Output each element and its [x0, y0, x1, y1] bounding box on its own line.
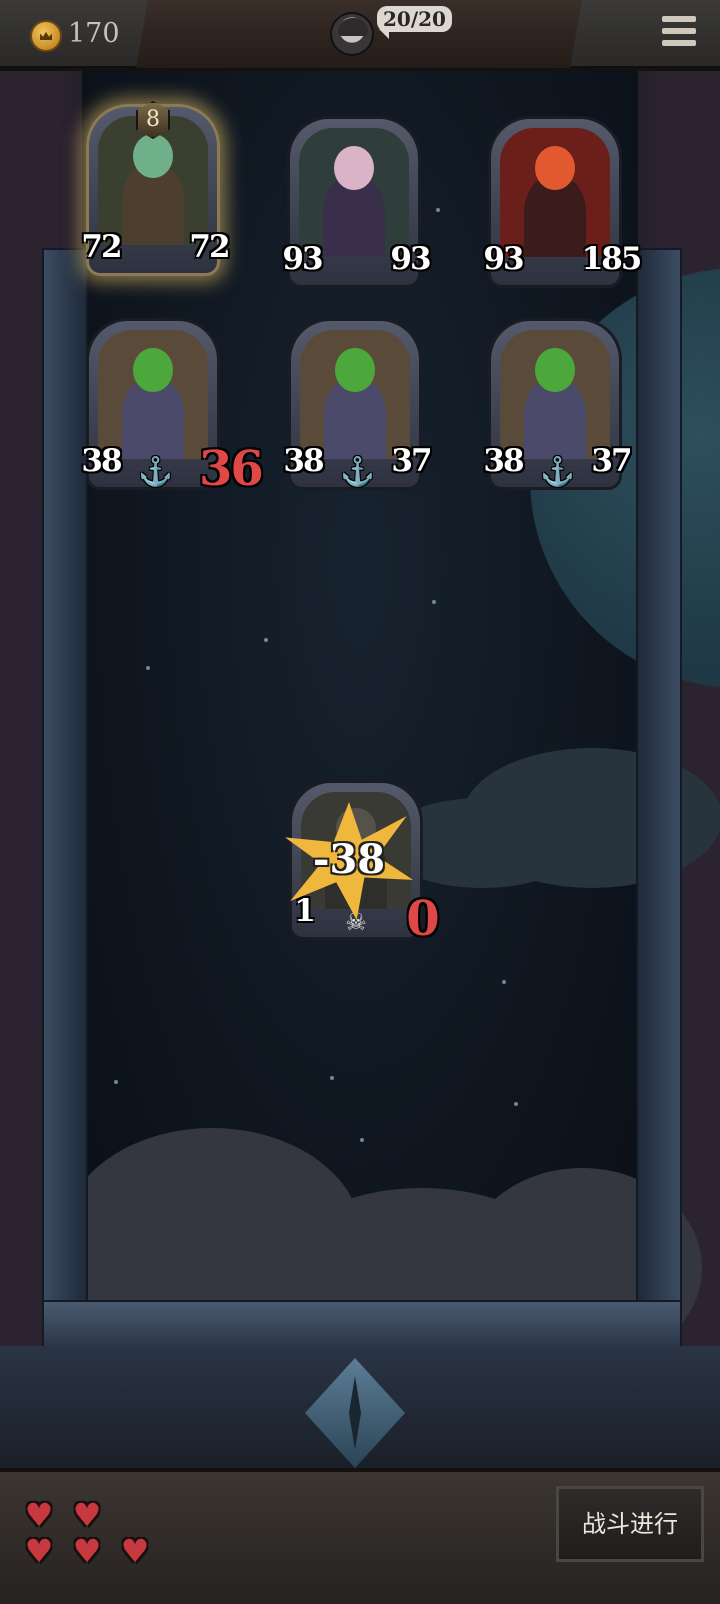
- gold-panel: 170: [0, 0, 148, 68]
- attack-value: 1: [284, 891, 324, 931]
- star: [514, 1102, 518, 1106]
- attack-value: 38: [283, 443, 324, 479]
- enemy-card-witch[interactable]: 93 93: [282, 116, 432, 288]
- hero-avatar[interactable]: [330, 12, 374, 56]
- menu-panel: [570, 0, 720, 68]
- frame-pillar-left: [42, 248, 88, 1402]
- hamburger-menu-icon[interactable]: [662, 16, 696, 48]
- star: [436, 208, 440, 212]
- star: [264, 638, 268, 642]
- health-value: 185: [581, 241, 643, 277]
- heart-icon: ♥: [120, 1532, 150, 1570]
- anchor-sprout-icon: ⚓: [540, 455, 575, 488]
- attack-value: 93: [483, 241, 524, 277]
- health-value: 37: [391, 443, 432, 479]
- health-value: 36: [199, 441, 264, 497]
- star: [502, 980, 506, 984]
- star: [114, 1080, 118, 1084]
- star: [432, 600, 436, 604]
- star: [360, 1138, 364, 1142]
- attack-value: 93: [282, 241, 323, 277]
- frame-pillar-right: [636, 248, 682, 1402]
- enemy-card-plant[interactable]: ⚓ 38 37: [283, 318, 433, 490]
- heart-icon: ♥: [24, 1496, 54, 1534]
- attack-value: 38: [483, 443, 524, 479]
- anchor-sprout-icon: ⚓: [340, 455, 375, 488]
- battle-proceed-button[interactable]: 战斗进行: [556, 1486, 704, 1562]
- hero-health: 20/20: [377, 6, 452, 39]
- bottom-bar: ♥ ♥ ♥ ♥ ♥ 战斗进行: [0, 1468, 720, 1604]
- heart-icon: ♥: [24, 1532, 54, 1570]
- attack-value: 72: [81, 229, 122, 265]
- enemy-card-zombie[interactable]: 8 72 72: [81, 101, 231, 276]
- health-value: 93: [390, 241, 431, 277]
- attack-value: 38: [81, 443, 122, 479]
- star: [146, 666, 150, 670]
- health-value: 72: [189, 229, 230, 265]
- enemy-card-plant[interactable]: ⚓ 38 36: [81, 318, 264, 493]
- card-portrait: [300, 330, 410, 459]
- enemy-card-fire-demon[interactable]: 93 185: [483, 116, 642, 288]
- heart-icon: ♥: [72, 1496, 102, 1534]
- card-portrait: [500, 128, 610, 257]
- health-value: 0: [402, 895, 442, 943]
- card-portrait: [299, 128, 409, 257]
- enemy-card-plant[interactable]: ⚓ 38 37: [483, 318, 633, 490]
- frame-ledge: [42, 1300, 682, 1350]
- top-bar: 170 20/20: [0, 0, 720, 71]
- damage-number: -38: [312, 836, 386, 883]
- health-value: 37: [591, 443, 632, 479]
- card-portrait: [500, 330, 610, 459]
- crown-coin-icon: [30, 20, 62, 52]
- heart-icon: ♥: [72, 1532, 102, 1570]
- anchor-sprout-icon: ⚓: [138, 455, 173, 488]
- gold-amount: 170: [68, 18, 120, 49]
- star: [330, 1076, 334, 1080]
- card-portrait: [98, 330, 208, 459]
